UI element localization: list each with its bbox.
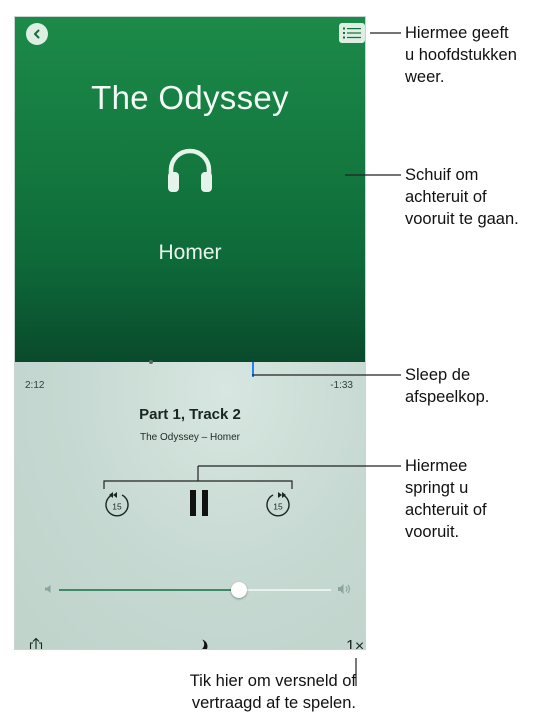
volume-slider[interactable] — [59, 582, 331, 598]
back-icon — [34, 29, 40, 39]
time-remaining: -1:33 — [330, 380, 353, 391]
callout-chapters: Hiermee geeft u hoofdstukken weer. — [405, 24, 517, 86]
playback-speed-button[interactable]: 1× — [346, 638, 364, 649]
chapters-button[interactable] — [339, 23, 365, 43]
sleep-timer-moon-icon[interactable] — [192, 638, 208, 650]
headphones-icon — [168, 148, 212, 192]
player-controls: 2:12 -1:33 Part 1, Track 2 The Odyssey –… — [15, 360, 365, 650]
skip-back-15-icon: 15 — [105, 492, 129, 517]
share-icon[interactable] — [28, 637, 44, 650]
callout-speed: Tik hier om versneld of vertraagd af te … — [189, 672, 356, 712]
pause-icon — [190, 490, 208, 516]
callout-playhead: Sleep de afspeelkop. — [405, 366, 490, 406]
volume-high-icon — [338, 584, 351, 594]
audiobook-player-screen: The Odyssey Homer 2:12 -1:33 Part 1, Tra… — [14, 16, 366, 650]
svg-text:15: 15 — [112, 502, 122, 512]
cover-area[interactable]: The Odyssey Homer — [15, 17, 365, 362]
volume-slider-fill — [59, 589, 239, 591]
book-title: The Odyssey — [91, 79, 289, 116]
callout-skip: Hiermee springt u achteruit of vooruit. — [405, 457, 487, 541]
volume-low-icon — [45, 585, 51, 593]
callout-swipe: Schuif om achteruit of vooruit te gaan. — [405, 166, 519, 228]
back-button[interactable] — [26, 23, 48, 45]
skip-forward-15-button[interactable]: 15 — [263, 489, 293, 519]
volume-slider-knob[interactable] — [230, 582, 247, 598]
track-title: Part 1, Track 2 — [139, 406, 241, 423]
track-subtitle: The Odyssey – Homer — [139, 432, 241, 443]
skip-back-15-button[interactable]: 15 — [102, 489, 132, 519]
playhead[interactable] — [252, 362, 254, 377]
svg-text:15: 15 — [273, 502, 283, 512]
pause-button[interactable] — [188, 490, 210, 516]
chapters-list-icon — [343, 27, 361, 39]
book-author: Homer — [158, 241, 222, 264]
time-elapsed: 2:12 — [25, 380, 45, 391]
skip-forward-15-icon: 15 — [266, 492, 290, 517]
drag-handle[interactable] — [149, 360, 153, 364]
